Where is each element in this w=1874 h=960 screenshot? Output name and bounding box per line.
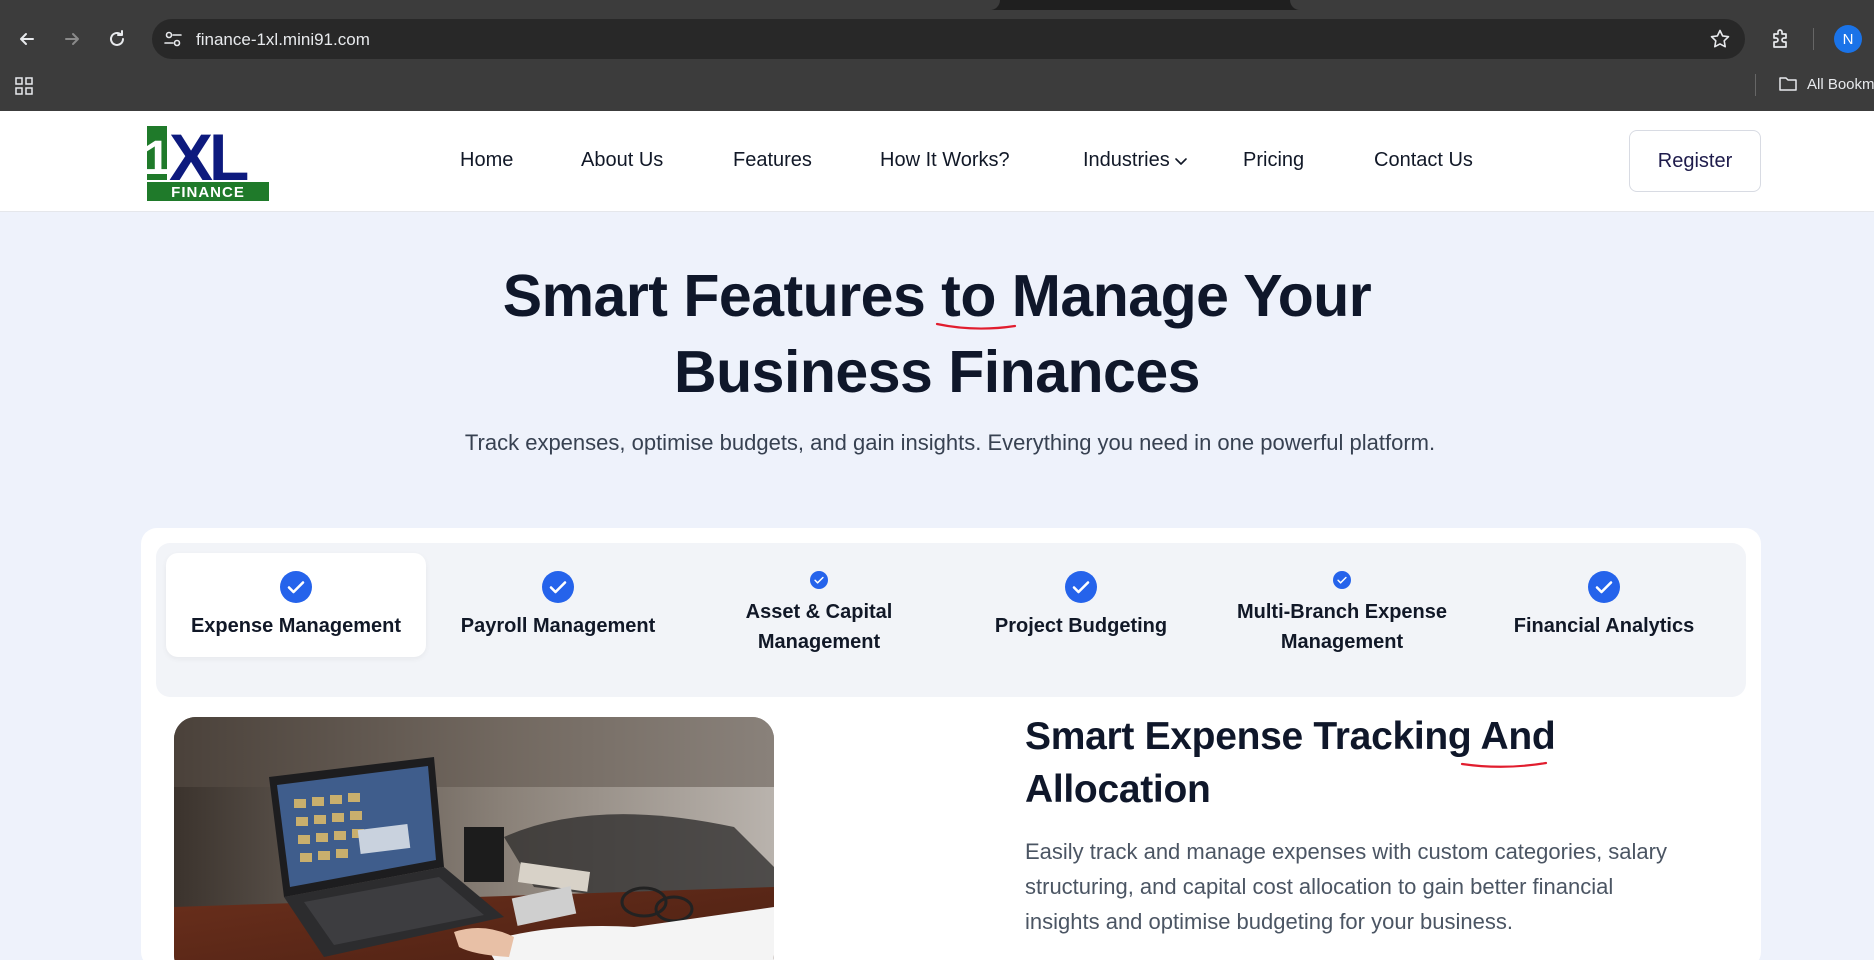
- tab-payroll-management[interactable]: Payroll Management: [428, 553, 688, 657]
- svg-text:FINANCE: FINANCE: [171, 184, 245, 201]
- extensions-icon[interactable]: [1768, 26, 1794, 52]
- all-bookmarks-link[interactable]: All Bookm: [1807, 76, 1874, 93]
- hero-title: Smart Features to Manage Your Business F…: [437, 258, 1437, 410]
- nav-contact-us[interactable]: Contact Us: [1374, 149, 1473, 172]
- brand-logo[interactable]: 1 XL FINANCE: [147, 120, 269, 201]
- star-icon[interactable]: [1709, 28, 1731, 50]
- hero-title-line-2: Business Finances: [674, 339, 1201, 405]
- back-icon[interactable]: [14, 26, 40, 52]
- tab-label: Payroll Management: [460, 615, 656, 637]
- check-circle-icon: [1065, 571, 1097, 603]
- tab-financial-analytics[interactable]: Financial Analytics: [1474, 553, 1734, 657]
- feature-content-text: Easily track and manage expenses with cu…: [1025, 839, 1667, 934]
- reload-icon[interactable]: [104, 26, 130, 52]
- check-circle-icon: [280, 571, 312, 603]
- svg-text:1: 1: [147, 132, 170, 185]
- bookmarks-divider: [1755, 74, 1756, 96]
- toolbar-divider: [1813, 28, 1814, 50]
- tab-expense-management[interactable]: Expense Management: [166, 553, 426, 657]
- features-panel: Expense Management Payroll Management As…: [141, 528, 1761, 960]
- nav-home[interactable]: Home: [460, 149, 513, 172]
- chevron-down-icon: [1174, 157, 1187, 165]
- tab-label: Financial Analytics: [1513, 615, 1695, 637]
- spellcheck-underline: [1460, 761, 1548, 768]
- nav-how-it-works[interactable]: How It Works?: [880, 149, 1010, 172]
- tab-strip: [0, 0, 1874, 10]
- tab-label: Expense Management: [190, 615, 402, 637]
- tab-label: Project Budgeting: [994, 615, 1168, 637]
- nav-industries[interactable]: Industries: [1083, 149, 1188, 172]
- url-text[interactable]: finance-1xl.mini91.com: [196, 30, 370, 50]
- nav-pricing[interactable]: Pricing: [1243, 149, 1304, 172]
- nav-features[interactable]: Features: [733, 149, 812, 172]
- site-header: 1 XL FINANCE Home About Us Features How …: [0, 111, 1874, 212]
- check-circle-icon: [542, 571, 574, 603]
- folder-icon[interactable]: [1778, 75, 1798, 93]
- tab-multi-branch-expense-management[interactable]: Multi-Branch Expense Management: [1212, 553, 1472, 657]
- spellcheck-underline: [935, 322, 1017, 330]
- nav-about-us[interactable]: About Us: [581, 149, 663, 172]
- check-circle-icon: [1588, 571, 1620, 603]
- feature-tabs: Expense Management Payroll Management As…: [156, 543, 1746, 697]
- tab-asset-capital-management[interactable]: Asset & Capital Management: [689, 553, 949, 657]
- register-button[interactable]: Register: [1629, 130, 1761, 192]
- tab-project-budgeting[interactable]: Project Budgeting: [951, 553, 1211, 657]
- tab-label: Multi-Branch Expense Management: [1236, 601, 1448, 653]
- browser-tab[interactable]: [0, 0, 1000, 10]
- tab-label: Asset & Capital Management: [745, 601, 893, 653]
- browser-chrome: finance-1xl.mini91.com N All Bookm: [0, 0, 1874, 111]
- check-circle-icon: [1333, 571, 1351, 589]
- address-bar[interactable]: finance-1xl.mini91.com: [152, 19, 1745, 59]
- forward-icon[interactable]: [59, 26, 85, 52]
- laptop-photo: [174, 717, 774, 960]
- check-circle-icon: [810, 571, 828, 589]
- browser-tab[interactable]: [1290, 0, 1874, 10]
- nav-industries-label: Industries: [1083, 149, 1170, 171]
- site-settings-icon[interactable]: [162, 28, 184, 50]
- apps-icon[interactable]: [14, 76, 34, 96]
- feature-content-title: Smart Expense Tracking And Allocation: [1025, 715, 1556, 811]
- profile-avatar[interactable]: N: [1834, 25, 1862, 53]
- hero-subtitle: Track expenses, optimise budgets, and ga…: [464, 430, 1436, 455]
